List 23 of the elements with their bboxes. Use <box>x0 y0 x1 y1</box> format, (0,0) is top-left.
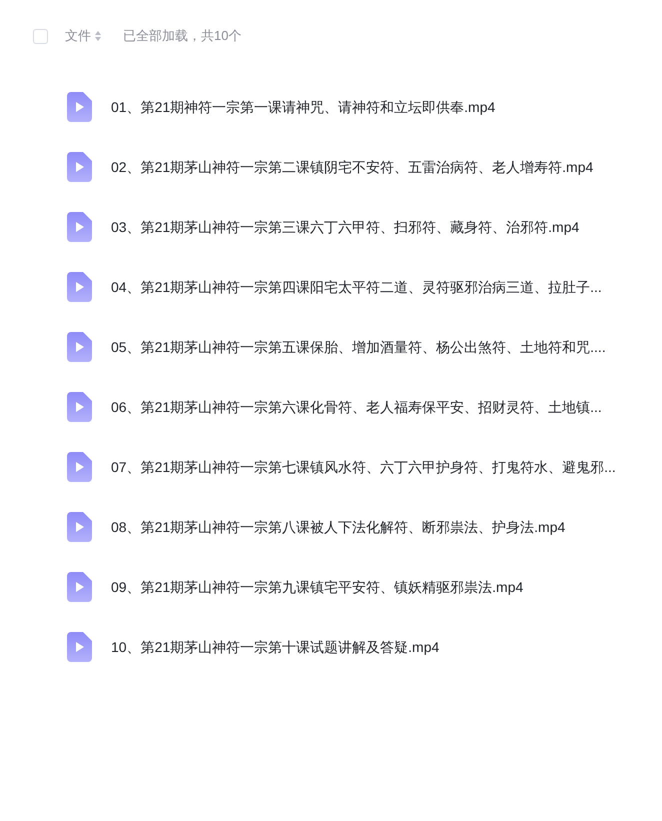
file-name[interactable]: 06、第21期茅山神符一宗第六课化骨符、老人福寿保平安、招财灵符、土地镇... <box>111 396 602 418</box>
file-name[interactable]: 04、第21期茅山神符一宗第四课阳宅太平符二道、灵符驱邪治病三道、拉肚子... <box>111 276 602 298</box>
file-name[interactable]: 10、第21期茅山神符一宗第十课试题讲解及答疑.mp4 <box>111 636 440 658</box>
video-file-icon <box>67 392 92 422</box>
load-status: 已全部加载，共10个 <box>123 27 242 46</box>
file-name[interactable]: 05、第21期茅山神符一宗第五课保胎、增加酒量符、杨公出煞符、土地符和咒.... <box>111 336 606 358</box>
file-name[interactable]: 02、第21期茅山神符一宗第二课镇阴宅不安符、五雷治病符、老人增寿符.mp4 <box>111 156 594 178</box>
video-file-icon <box>67 212 92 242</box>
file-name[interactable]: 03、第21期茅山神符一宗第三课六丁六甲符、扫邪符、藏身符、治邪符.mp4 <box>111 216 580 238</box>
video-file-icon <box>67 92 92 122</box>
file-name[interactable]: 01、第21期神符一宗第一课请神咒、请神符和立坛即供奉.mp4 <box>111 96 496 118</box>
select-all-checkbox[interactable] <box>33 28 48 44</box>
file-name[interactable]: 08、第21期茅山神符一宗第八课被人下法化解符、断邪祟法、护身法.mp4 <box>111 516 566 538</box>
video-file-icon <box>67 512 92 542</box>
video-file-icon <box>67 452 92 482</box>
video-file-icon <box>67 272 92 302</box>
video-file-icon <box>67 632 92 662</box>
video-file-icon <box>67 572 92 602</box>
file-name[interactable]: 07、第21期茅山神符一宗第七课镇风水符、六丁六甲护身符、打鬼符水、避鬼邪... <box>111 456 616 478</box>
video-file-icon <box>67 332 92 362</box>
file-name[interactable]: 09、第21期茅山神符一宗第九课镇宅平安符、镇妖精驱邪祟法.mp4 <box>111 576 524 598</box>
video-file-icon <box>67 152 92 182</box>
sort-icon[interactable] <box>95 31 101 41</box>
